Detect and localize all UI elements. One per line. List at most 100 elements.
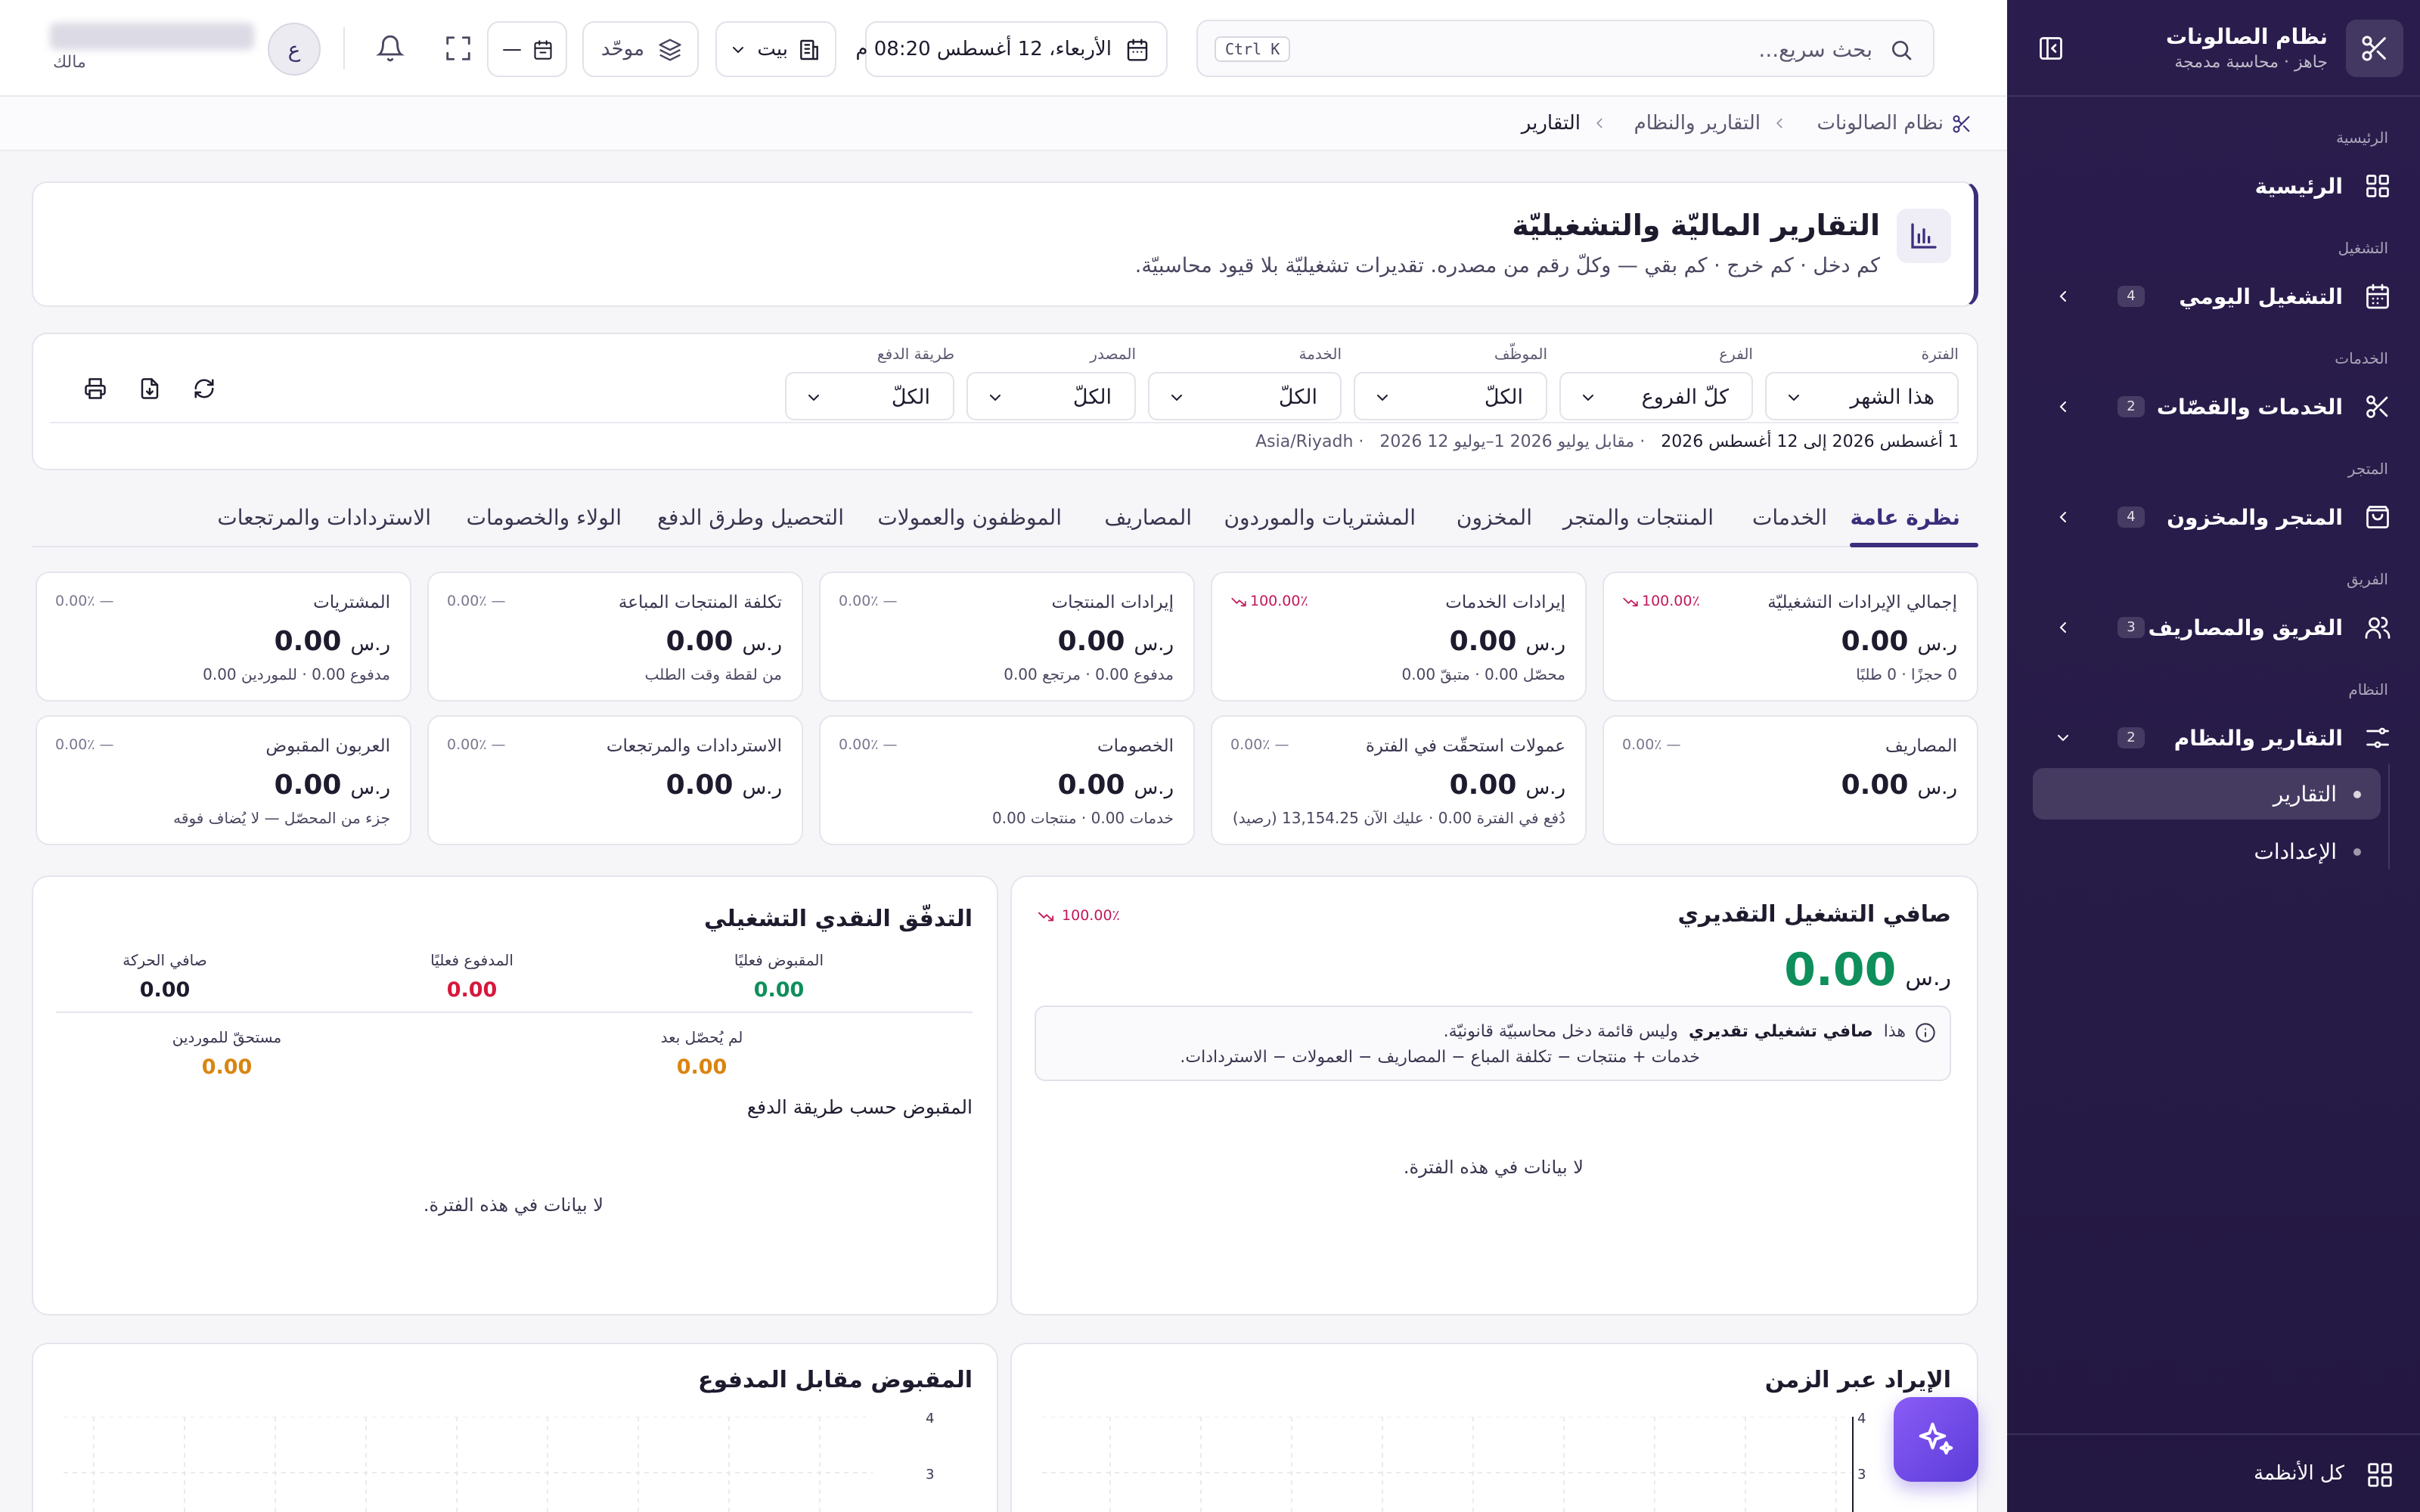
kpi-card-expenses: المصاريف — 0.00٪ ر.س 0.00 xyxy=(1602,715,1978,845)
tab-employees-commissions[interactable]: الموظفون والعمولات xyxy=(877,505,1062,530)
kpi-delta: — 0.00٪ xyxy=(447,736,506,753)
report-tabs: نظرة عامة الخدمات المنتجات والمتجر المخز… xyxy=(32,491,1978,547)
note-bold: صافي تشغيلي تقديري xyxy=(1689,1022,1873,1041)
app-title: نظام الصالونات xyxy=(2165,24,2328,49)
kpi-card-commissions: عمولات استحقّت في الفترة — 0.00٪ ر.س 0.00 دُ… xyxy=(1211,715,1587,845)
page-header-card: التقارير الماليّة والتشغيليّة كم دخل · ك… xyxy=(32,181,1978,307)
sidebar-item-daily-operation[interactable]: التشغيل اليومي 4 xyxy=(2007,272,2420,321)
payment-method-select[interactable]: الكلّ xyxy=(785,372,954,420)
kpi-subtext: خدمات 0.00 · منتجات 0.00 xyxy=(992,809,1174,827)
net-empty-state: لا بيانات في هذه الفترة. xyxy=(1403,1157,1584,1178)
bell-icon xyxy=(376,34,405,63)
cash-not-collected: لم يُحصّل بعد 0.00 xyxy=(611,1028,793,1079)
kpi-amount: 0.00 xyxy=(1057,770,1125,801)
sidebar-subitem-label: التقارير xyxy=(2273,782,2337,807)
breadcrumb: نظام الصالونات التقارير والنظام التقارير xyxy=(0,97,2007,151)
branch-select[interactable]: بيت xyxy=(715,21,836,77)
note-rest: وليس قائمة دخل محاسبيّة قانونيّة. xyxy=(1443,1022,1679,1041)
layers-icon xyxy=(658,38,682,62)
kpi-title: المشتريات xyxy=(313,593,390,612)
search-box[interactable]: Ctrl K xyxy=(1196,20,1934,77)
select-value: كلّ الفروع xyxy=(1641,386,1729,409)
chevron-down-icon[interactable] xyxy=(2054,729,2072,747)
source-select[interactable]: الكلّ xyxy=(966,372,1136,420)
breadcrumb-root[interactable]: نظام الصالونات xyxy=(1817,112,1944,135)
stat-label: لم يُحصّل بعد xyxy=(660,1028,743,1046)
topbar-divider xyxy=(343,27,345,70)
search-input[interactable] xyxy=(1419,32,1872,67)
sidebar-section-team: الفريق xyxy=(2346,570,2388,588)
breadcrumb-section[interactable]: التقارير والنظام xyxy=(1634,112,1761,135)
branch-filter-select[interactable]: كلّ الفروع xyxy=(1559,372,1753,420)
filters-divider xyxy=(50,422,1959,423)
period-select[interactable]: هذا الشهر xyxy=(1765,372,1959,420)
kpi-value: ر.س 0.00 xyxy=(275,770,390,801)
stat-label: المدفوع فعليًا xyxy=(430,951,513,969)
sidebar-item-store[interactable]: المتجر والمخزون 4 xyxy=(2007,493,2420,541)
tab-purchases-suppliers[interactable]: المشتريات والموردون xyxy=(1224,505,1416,530)
notifications-button[interactable] xyxy=(372,30,408,67)
sidebar-section-home: الرئيسية xyxy=(2336,129,2388,147)
employee-select[interactable]: الكلّ xyxy=(1354,372,1547,420)
tab-products-store[interactable]: المنتجات والمتجر xyxy=(1563,505,1714,530)
revenue-over-time-panel: الإيراد عبر الزمن 4 3 xyxy=(1010,1343,1978,1512)
sidebar-item-badge: 2 xyxy=(2118,727,2145,748)
export-button[interactable] xyxy=(130,369,169,408)
unified-mode-button[interactable]: موحّد xyxy=(582,21,699,77)
tab-collection-payment[interactable]: التحصيل وطرق الدفع xyxy=(657,505,844,530)
kpi-value: ر.س 0.00 xyxy=(1450,770,1565,801)
chevron-left-icon xyxy=(1591,115,1608,132)
sidebar-section-operation: التشغيل xyxy=(2338,239,2388,257)
sidebar-item-reports-system[interactable]: التقارير والنظام 2 xyxy=(2007,714,2420,762)
net-amount: 0.00 xyxy=(1784,943,1897,996)
refresh-button[interactable] xyxy=(185,369,224,408)
period-timezone: · Asia/Riyadh xyxy=(1255,432,1364,451)
kpi-amount: 0.00 xyxy=(1057,626,1125,657)
fullscreen-button[interactable] xyxy=(440,30,476,67)
y-tick-label: 3 xyxy=(926,1467,935,1483)
filter-label: الفترة xyxy=(1921,345,1959,363)
chevron-down-icon xyxy=(986,389,1004,407)
page-subtitle: كم دخل · كم خرج · كم بقي — وكلّ رقم من م… xyxy=(1134,254,1880,277)
y-tick-label: 3 xyxy=(1857,1467,1866,1483)
sidebar-item-services[interactable]: الخدمات والقصّات 2 xyxy=(2007,383,2420,431)
sidebar-item-team[interactable]: الفريق والمصاريف 3 xyxy=(2007,603,2420,652)
avatar[interactable]: ع xyxy=(268,23,321,76)
search-icon xyxy=(1889,38,1913,62)
ai-assistant-button[interactable] xyxy=(1894,1397,1978,1482)
cash-paid: المدفوع فعليًا 0.00 xyxy=(381,951,563,1002)
chevron-left-icon[interactable] xyxy=(2054,508,2072,526)
cash-by-method-title: المقبوض حسب طريقة الدفع xyxy=(746,1096,973,1118)
cash-flow-title: التدفّق النقدي التشغيلي xyxy=(703,906,973,932)
tab-loyalty-discounts[interactable]: الولاء والخصومات xyxy=(467,505,622,530)
scissors-icon xyxy=(2364,393,2391,420)
currency-label: ر.س xyxy=(350,633,390,655)
kpi-delta-value: — 0.00٪ xyxy=(1622,736,1681,753)
sidebar-item-home[interactable]: الرئيسية xyxy=(2007,162,2420,210)
sidebar-item-label: الخدمات والقصّات xyxy=(2156,395,2343,420)
kpi-title: الخصومات xyxy=(1097,736,1174,756)
kpi-delta-value: — 0.00٪ xyxy=(839,593,898,609)
select-value: الكلّ xyxy=(1278,386,1317,409)
chevron-left-icon[interactable] xyxy=(2054,398,2072,416)
sidebar-subitem-settings[interactable]: الإعدادات xyxy=(2033,826,2381,877)
tab-services[interactable]: الخدمات xyxy=(1752,505,1827,530)
stat-label: صافي الحركة xyxy=(123,951,207,969)
sidebar-subitem-reports[interactable]: التقارير xyxy=(2033,768,2381,820)
datetime-display[interactable]: الأربعاء، 12 أغسطس 08:20 م xyxy=(855,21,1168,77)
sliders-icon xyxy=(2364,724,2391,751)
refresh-icon xyxy=(193,377,216,400)
chevron-left-icon[interactable] xyxy=(2054,618,2072,637)
tab-expenses[interactable]: المصاريف xyxy=(1104,505,1192,530)
tab-overview[interactable]: نظرة عامة xyxy=(1851,505,1960,530)
sidebar-collapse-button[interactable] xyxy=(2034,32,2068,65)
chevron-left-icon[interactable] xyxy=(2054,287,2072,305)
calendar-quick-button[interactable]: — xyxy=(487,21,567,77)
tab-inventory[interactable]: المخزون xyxy=(1457,505,1532,530)
tab-refunds-returns[interactable]: الاستردادات والمرتجعات xyxy=(217,505,431,530)
kpi-card-services-revenue: إيرادات الخدمات 100.00٪ ر.س 0.00 محصّل 0.00 … xyxy=(1211,572,1587,702)
sidebar-footer-all-systems[interactable]: كل الأنظمة xyxy=(2007,1433,2420,1512)
kpi-amount: 0.00 xyxy=(274,770,342,801)
print-button[interactable] xyxy=(76,369,115,408)
service-select[interactable]: الكلّ xyxy=(1148,372,1342,420)
